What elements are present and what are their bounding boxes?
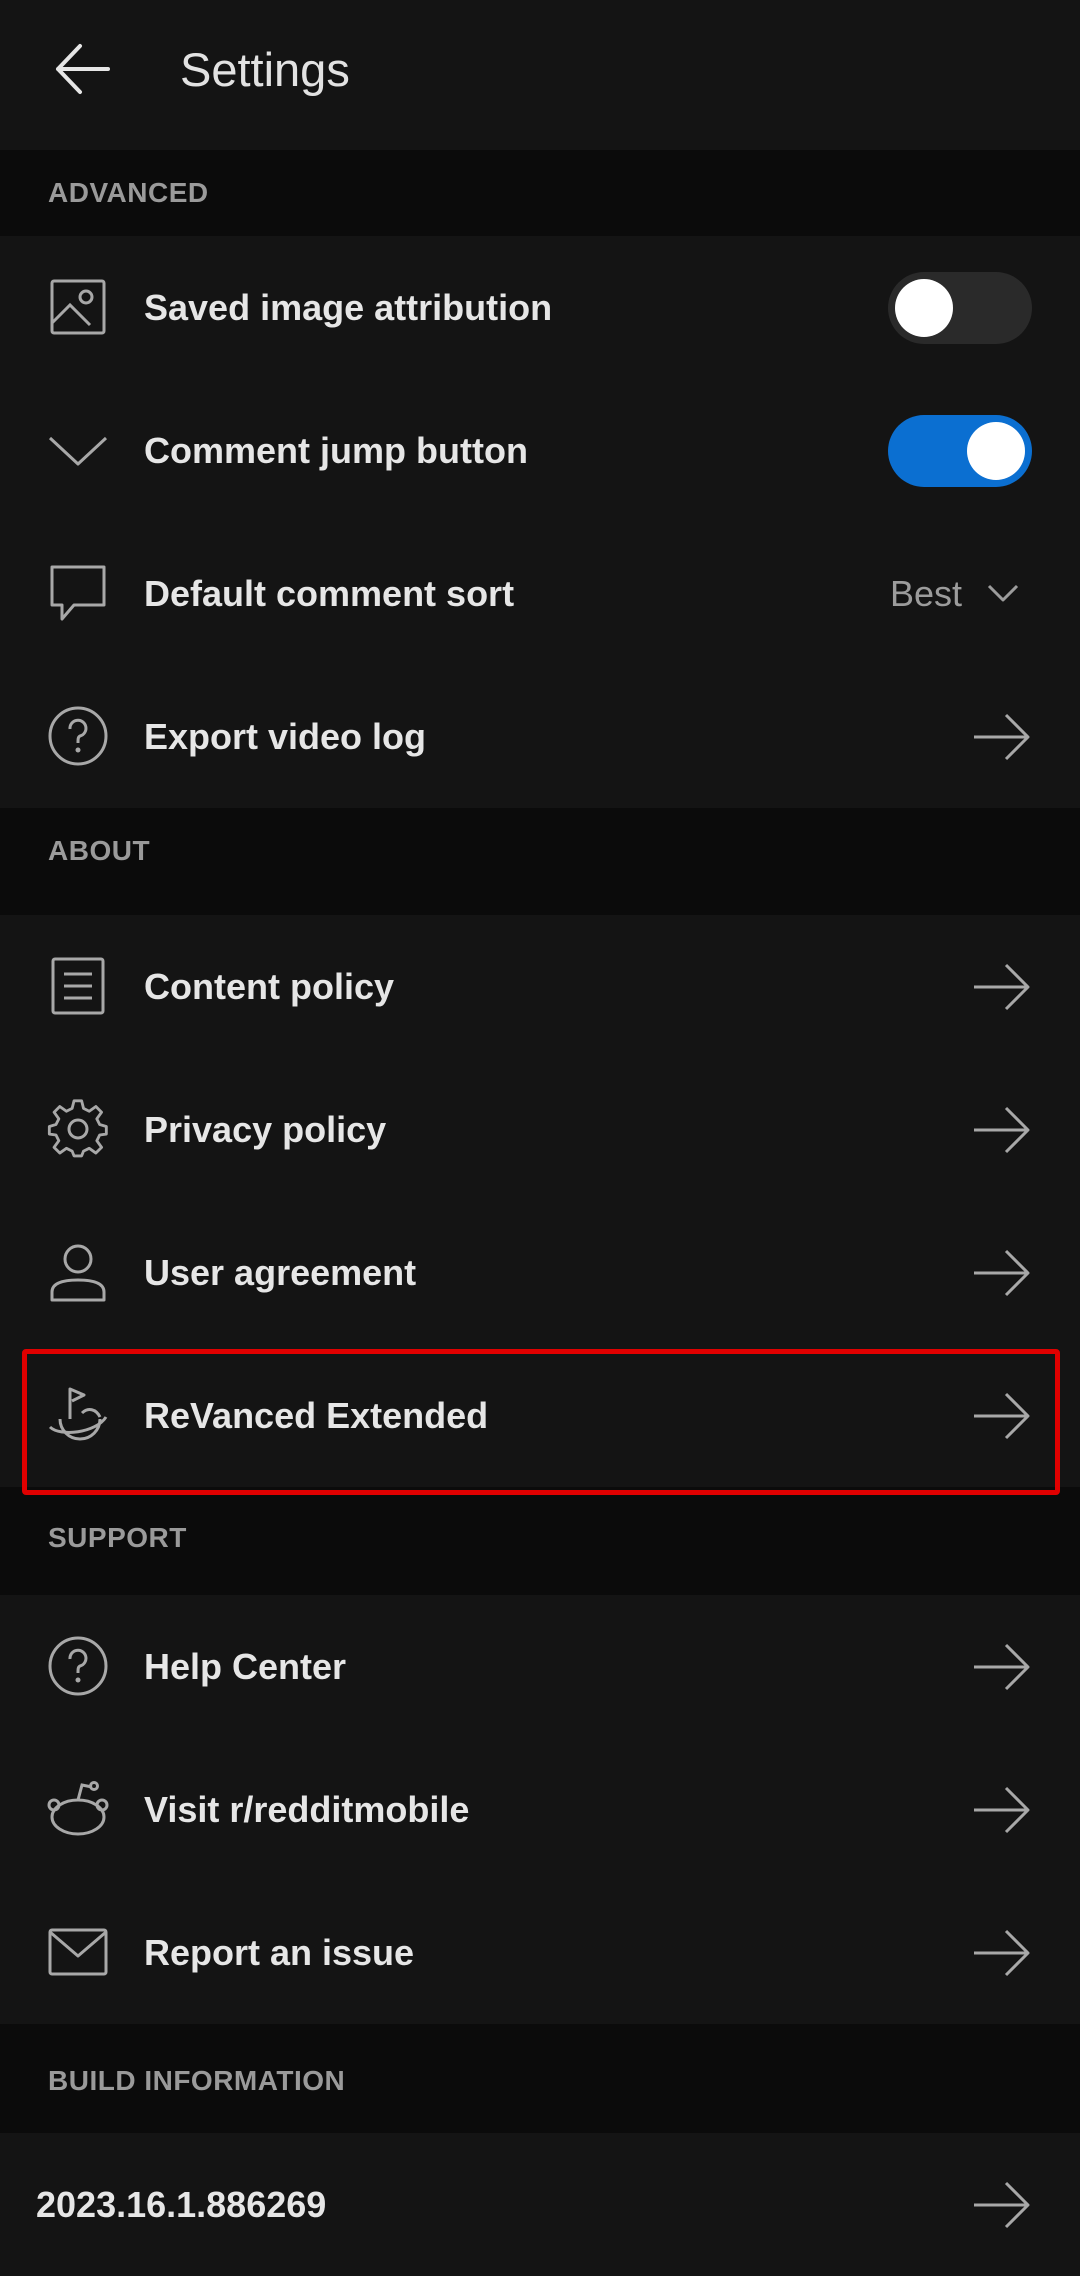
help-circle-icon	[46, 704, 110, 768]
setting-help-center[interactable]: Help Center	[0, 1595, 1080, 1738]
page-title: Settings	[180, 43, 350, 96]
setting-label: Help Center	[144, 1646, 347, 1687]
about-group: Content policy Privacy policy User agree…	[0, 915, 1080, 1487]
setting-label: ReVanced Extended	[144, 1395, 489, 1436]
setting-privacy-policy[interactable]: Privacy policy	[0, 1058, 1080, 1201]
setting-label: Report an issue	[144, 1932, 415, 1973]
setting-visit-redditmobile[interactable]: Visit r/redditmobile	[0, 1738, 1080, 1881]
setting-saved-image-attribution[interactable]: Saved image attribution	[0, 236, 1080, 379]
setting-label: Saved image attribution	[144, 287, 553, 328]
section-title: SUPPORT	[48, 1522, 187, 1553]
chevron-down-icon	[46, 418, 110, 482]
setting-label: Privacy policy	[144, 1109, 387, 1150]
arrow-right-icon	[972, 1923, 1032, 1983]
build-version: 2023.16.1.886269	[36, 2184, 327, 2225]
section-title: ADVANCED	[48, 177, 209, 208]
setting-build-version[interactable]: 2023.16.1.886269	[0, 2133, 1080, 2276]
saved-image-attribution-toggle[interactable]	[888, 272, 1032, 344]
toggle-knob	[895, 279, 953, 337]
comment-icon	[46, 561, 110, 625]
section-title: ABOUT	[48, 835, 151, 866]
setting-label: Export video log	[144, 716, 427, 757]
document-icon	[46, 954, 110, 1018]
build-group: 2023.16.1.886269	[0, 2133, 1080, 2276]
setting-comment-jump-button[interactable]: Comment jump button	[0, 379, 1080, 522]
toggle-knob	[967, 422, 1025, 480]
arrow-right-icon	[972, 1100, 1032, 1160]
section-title: BUILD INFORMATION	[48, 2065, 346, 2096]
mail-icon	[46, 1920, 110, 1984]
chevron-down-icon[interactable]	[986, 578, 1020, 608]
support-group: Help Center Visit r/redditmobile Report …	[0, 1595, 1080, 2024]
arrow-right-icon	[972, 1243, 1032, 1303]
setting-label: Default comment sort	[144, 573, 515, 614]
back-arrow-icon[interactable]	[50, 36, 116, 102]
section-header-build-information: BUILD INFORMATION	[0, 2038, 1080, 2124]
comment-jump-button-toggle[interactable]	[888, 415, 1032, 487]
planet-flag-icon	[46, 1383, 110, 1447]
section-header-support: SUPPORT	[0, 1495, 1080, 1581]
section-header-about: ABOUT	[0, 808, 1080, 894]
reddit-alien-icon	[46, 1777, 110, 1841]
setting-default-comment-sort[interactable]: Default comment sort Best	[0, 522, 1080, 665]
arrow-right-icon	[972, 1637, 1032, 1697]
help-circle-icon	[46, 1634, 110, 1698]
user-icon	[46, 1240, 110, 1304]
arrow-right-icon	[972, 2175, 1032, 2235]
arrow-right-icon	[972, 957, 1032, 1017]
setting-label: Comment jump button	[144, 430, 528, 471]
setting-label: Visit r/redditmobile	[144, 1789, 470, 1830]
setting-export-video-log[interactable]: Export video log	[0, 665, 1080, 808]
advanced-group: Saved image attribution Comment jump but…	[0, 236, 1080, 808]
setting-revanced-extended[interactable]: ReVanced Extended	[0, 1344, 1080, 1487]
setting-report-an-issue[interactable]: Report an issue	[0, 1881, 1080, 2024]
arrow-right-icon	[972, 1780, 1032, 1840]
arrow-right-icon	[972, 707, 1032, 767]
arrow-right-icon	[972, 1386, 1032, 1446]
gear-icon	[46, 1097, 110, 1161]
image-icon	[46, 275, 110, 339]
setting-label: Content policy	[144, 966, 394, 1007]
setting-label: User agreement	[144, 1252, 417, 1293]
section-header-advanced: ADVANCED	[0, 150, 1080, 236]
comment-sort-value[interactable]: Best	[890, 522, 962, 665]
setting-user-agreement[interactable]: User agreement	[0, 1201, 1080, 1344]
setting-content-policy[interactable]: Content policy	[0, 915, 1080, 1058]
top-app-bar: Settings	[0, 0, 1080, 150]
